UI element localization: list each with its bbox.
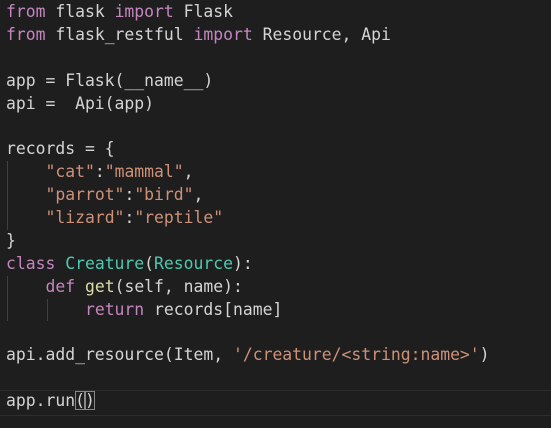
- code-token: app.run: [6, 391, 76, 411]
- indent-guide: [7, 275, 8, 299]
- code-token: from: [6, 24, 46, 44]
- code-token: records = {: [6, 139, 115, 159]
- code-token: (: [144, 253, 155, 273]
- code-token: Resource, Api: [252, 24, 391, 44]
- code-token: :: [124, 185, 135, 205]
- indent-guide: [7, 298, 8, 322]
- code-line[interactable]: from flask import Flask: [6, 1, 490, 24]
- code-line[interactable]: records = {: [6, 138, 490, 161]
- code-token: "cat": [45, 162, 95, 182]
- code-token: "lizard": [45, 208, 125, 228]
- code-line[interactable]: "parrot":"bird",: [6, 184, 490, 208]
- code-line[interactable]: def get(self, name):: [6, 275, 490, 299]
- code-token: "bird": [134, 185, 194, 205]
- code-line[interactable]: "cat":"mammal",: [6, 161, 490, 185]
- code-token: api.add_resource(Item,: [6, 345, 233, 365]
- indent-guide: [7, 184, 8, 208]
- code-line[interactable]: [6, 367, 490, 390]
- code-token: def: [45, 276, 76, 296]
- code-line[interactable]: return records[name]: [6, 298, 490, 322]
- indent-guide: [46, 298, 48, 322]
- code-token: import: [193, 24, 253, 44]
- code-token: ): [84, 391, 95, 411]
- code-token: :: [124, 208, 135, 228]
- code-line[interactable]: "lizard":"reptile": [6, 207, 490, 230]
- code-line[interactable]: class Creature(Resource):: [6, 253, 490, 276]
- code-token: Resource: [154, 253, 233, 273]
- code-token: ):: [233, 253, 253, 273]
- code-token: flask_restful: [45, 24, 194, 44]
- code-token: import: [114, 2, 174, 21]
- code-line[interactable]: from flask_restful import Resource, Api: [6, 24, 490, 47]
- code-line[interactable]: api = Api(app): [6, 93, 490, 116]
- code-token: (self, name):: [114, 276, 243, 296]
- code-token: ): [479, 345, 490, 365]
- code-token: '/creature/<string:name>': [232, 345, 480, 365]
- indent-guide: [7, 207, 8, 230]
- code-token: api = Api(app): [6, 93, 155, 113]
- code-line[interactable]: api.add_resource(Item, '/creature/<strin…: [6, 344, 490, 367]
- code-area[interactable]: from flask import Flask from flask_restfu…: [6, 1, 490, 413]
- indent-guide: [7, 161, 8, 185]
- code-token: }: [6, 230, 16, 250]
- code-line[interactable]: }: [6, 230, 490, 253]
- code-token: "mammal": [104, 162, 184, 182]
- code-token: get: [84, 276, 115, 296]
- code-token: app = Flask(__name__): [6, 70, 214, 90]
- code-token: :: [94, 162, 105, 182]
- code-token: return: [84, 299, 145, 319]
- code-line[interactable]: app.run(): [6, 390, 490, 413]
- code-token: ,: [193, 185, 204, 205]
- code-token: "parrot": [45, 185, 125, 205]
- code-token: class: [6, 253, 56, 273]
- code-token: "reptile": [134, 208, 224, 228]
- code-token: records[name]: [144, 299, 283, 319]
- code-token: flask: [45, 2, 115, 21]
- code-line[interactable]: [6, 321, 490, 344]
- code-token: ,: [183, 162, 194, 182]
- code-token: from: [6, 2, 46, 21]
- code-editor[interactable]: from flask import Flask from flask_restfu…: [0, 0, 551, 428]
- code-line[interactable]: [6, 47, 490, 70]
- code-token: Flask: [173, 2, 233, 21]
- code-line[interactable]: app = Flask(__name__): [6, 70, 490, 93]
- code-token: Creature: [65, 253, 145, 273]
- code-line[interactable]: [6, 115, 490, 138]
- code-token: (: [75, 391, 85, 411]
